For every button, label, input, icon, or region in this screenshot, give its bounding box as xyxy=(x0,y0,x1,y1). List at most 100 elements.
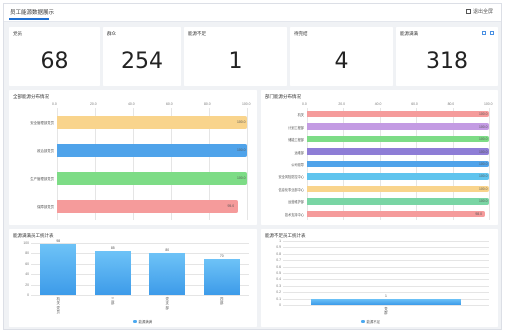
category-label: 党群 xyxy=(384,307,388,316)
bar-value-label: 98.0 xyxy=(475,211,482,216)
y-axis-tick: 60 xyxy=(25,261,29,266)
category-label: 保障部党员 xyxy=(37,205,54,209)
exit-fullscreen-button[interactable]: 退出全屏 xyxy=(465,8,493,15)
y-axis-tick: 0.1 xyxy=(276,296,281,301)
y-axis-tick: 80 xyxy=(25,251,29,256)
bar xyxy=(307,148,489,155)
x-axis-tick: 80.0 xyxy=(447,102,455,106)
x-axis-tick: 60.0 xyxy=(411,102,418,106)
y-axis-tick: 0.6 xyxy=(276,264,281,269)
stat-value: 1 xyxy=(228,49,243,74)
x-axis-tick: 20.0 xyxy=(338,102,345,106)
bar-value-label: 100.0 xyxy=(237,148,246,152)
chart-legend[interactable]: 能源不足 xyxy=(361,319,380,324)
chart-legend[interactable]: 能源满满 xyxy=(133,319,152,324)
x-axis-tick: 40.0 xyxy=(374,102,382,106)
category-label: 安全风险防控中心 xyxy=(278,175,305,180)
legend-label: 能源满满 xyxy=(138,320,153,324)
fullscreen-icon xyxy=(465,9,471,14)
bar xyxy=(149,253,186,295)
bar-value-label: 100.0 xyxy=(479,174,488,179)
bar xyxy=(307,160,489,168)
stat-label: 能源满满 xyxy=(400,31,418,36)
x-axis-tick: 0.0 xyxy=(302,102,307,106)
y-axis-tick: 0.8 xyxy=(276,251,281,256)
x-axis-tick: 0.0 xyxy=(52,102,57,106)
bar-value-label: 1 xyxy=(385,294,387,298)
stat-value: 68 xyxy=(40,49,69,74)
bar xyxy=(57,199,238,213)
page-title: 员工能源数据展示 xyxy=(10,10,55,16)
y-axis-tick: 0 xyxy=(27,293,29,297)
bar-value-label: 100.0 xyxy=(479,162,488,166)
bar xyxy=(57,143,247,157)
panel-title: 全部能源分布情况 xyxy=(13,94,49,99)
bar-value-label: 100.0 xyxy=(479,112,488,117)
bar xyxy=(203,258,240,295)
bar xyxy=(307,123,489,130)
y-axis-tick: 20 xyxy=(25,282,29,287)
x-axis-tick: 60.0 xyxy=(166,102,173,106)
bar xyxy=(307,110,489,118)
bar-value-label: 80 xyxy=(165,248,170,253)
category-label: 三部 xyxy=(111,297,115,306)
refresh-icon[interactable] xyxy=(482,31,486,35)
stat-label: 待完结 xyxy=(294,31,308,36)
panel-energy-full-stats: 能源满满员工统计表 能源满满 100 80 60 40 20 0 98 机关党员 85 三部 80 党… xyxy=(9,229,257,327)
y-axis-tick: 0.4 xyxy=(276,277,281,282)
stat-label: 群众 xyxy=(107,31,116,36)
bar-value-label: 100.0 xyxy=(479,186,488,191)
category-label: 机关党员 xyxy=(56,297,60,315)
category-label: 公司领导 xyxy=(291,163,304,167)
category-label: 机关 xyxy=(297,113,304,118)
card-actions xyxy=(482,31,494,35)
bar xyxy=(307,198,489,205)
stat-label: 党员 xyxy=(13,31,22,36)
x-axis-tick: 40.0 xyxy=(128,102,135,106)
stat-card-party-members: 党员 68 xyxy=(9,27,100,86)
bar-value-label: 85 xyxy=(110,245,115,250)
x-axis-tick: 100.0 xyxy=(484,102,493,106)
bar xyxy=(94,250,131,295)
category-label: 安全管理部党员 xyxy=(30,121,54,125)
expand-icon[interactable] xyxy=(490,31,494,35)
stat-value: 4 xyxy=(334,49,349,74)
y-axis-tick: 0 xyxy=(279,303,281,307)
stat-value: 318 xyxy=(426,49,468,74)
category-label: 信息化事业部中心 xyxy=(278,187,305,192)
bar-value-label: 100.0 xyxy=(237,120,246,124)
stat-card-masses: 群众 254 xyxy=(103,27,181,86)
bar xyxy=(307,173,489,180)
x-axis-tick: 20.0 xyxy=(90,102,97,106)
bar xyxy=(57,171,247,185)
category-label: 党支部 xyxy=(165,297,169,310)
bar xyxy=(307,185,489,193)
legend-label: 能源不足 xyxy=(366,320,381,324)
bar xyxy=(57,115,247,129)
category-label: 运营维护部 xyxy=(288,200,304,205)
top-bar: 员工能源数据展示 退出全屏 xyxy=(4,4,501,22)
bar-value-label: 95.0 xyxy=(227,204,235,208)
y-axis-tick: 40 xyxy=(25,272,29,277)
y-axis-tick: 100 xyxy=(23,241,29,245)
stat-card-energy-low: 能源不足 1 xyxy=(184,27,287,86)
category-label: 技术支持中心 xyxy=(284,212,304,217)
bar xyxy=(307,135,489,143)
bar-value-label: 100.0 xyxy=(479,149,488,154)
stat-value: 254 xyxy=(121,49,163,74)
category-label: 四部 xyxy=(220,297,224,306)
x-axis-tick: 80.0 xyxy=(204,102,211,106)
bar-value-label: 100.0 xyxy=(479,124,488,129)
bar-value-label: 98 xyxy=(56,239,61,244)
category-label: 生产管理部党员 xyxy=(30,177,54,181)
legend-marker xyxy=(133,319,137,324)
exit-fullscreen-label: 退出全屏 xyxy=(472,9,493,15)
y-axis-tick: 0.2 xyxy=(276,290,281,295)
dashboard-frame: 员工能源数据展示 退出全屏 党员 68 群众 254 能源不足 1 待完结 4 … xyxy=(3,3,502,330)
y-axis-tick: 0.3 xyxy=(276,283,281,288)
active-tab-indicator xyxy=(9,18,49,20)
category-label: 政治部党员 xyxy=(37,149,54,153)
bar-value-label: 100.0 xyxy=(479,137,488,142)
panel-department-energy: 部门能源分布情况 0.0 20.0 40.0 60.0 80.0 100.0 100.0 机关… xyxy=(261,90,498,225)
legend-marker xyxy=(361,319,365,324)
